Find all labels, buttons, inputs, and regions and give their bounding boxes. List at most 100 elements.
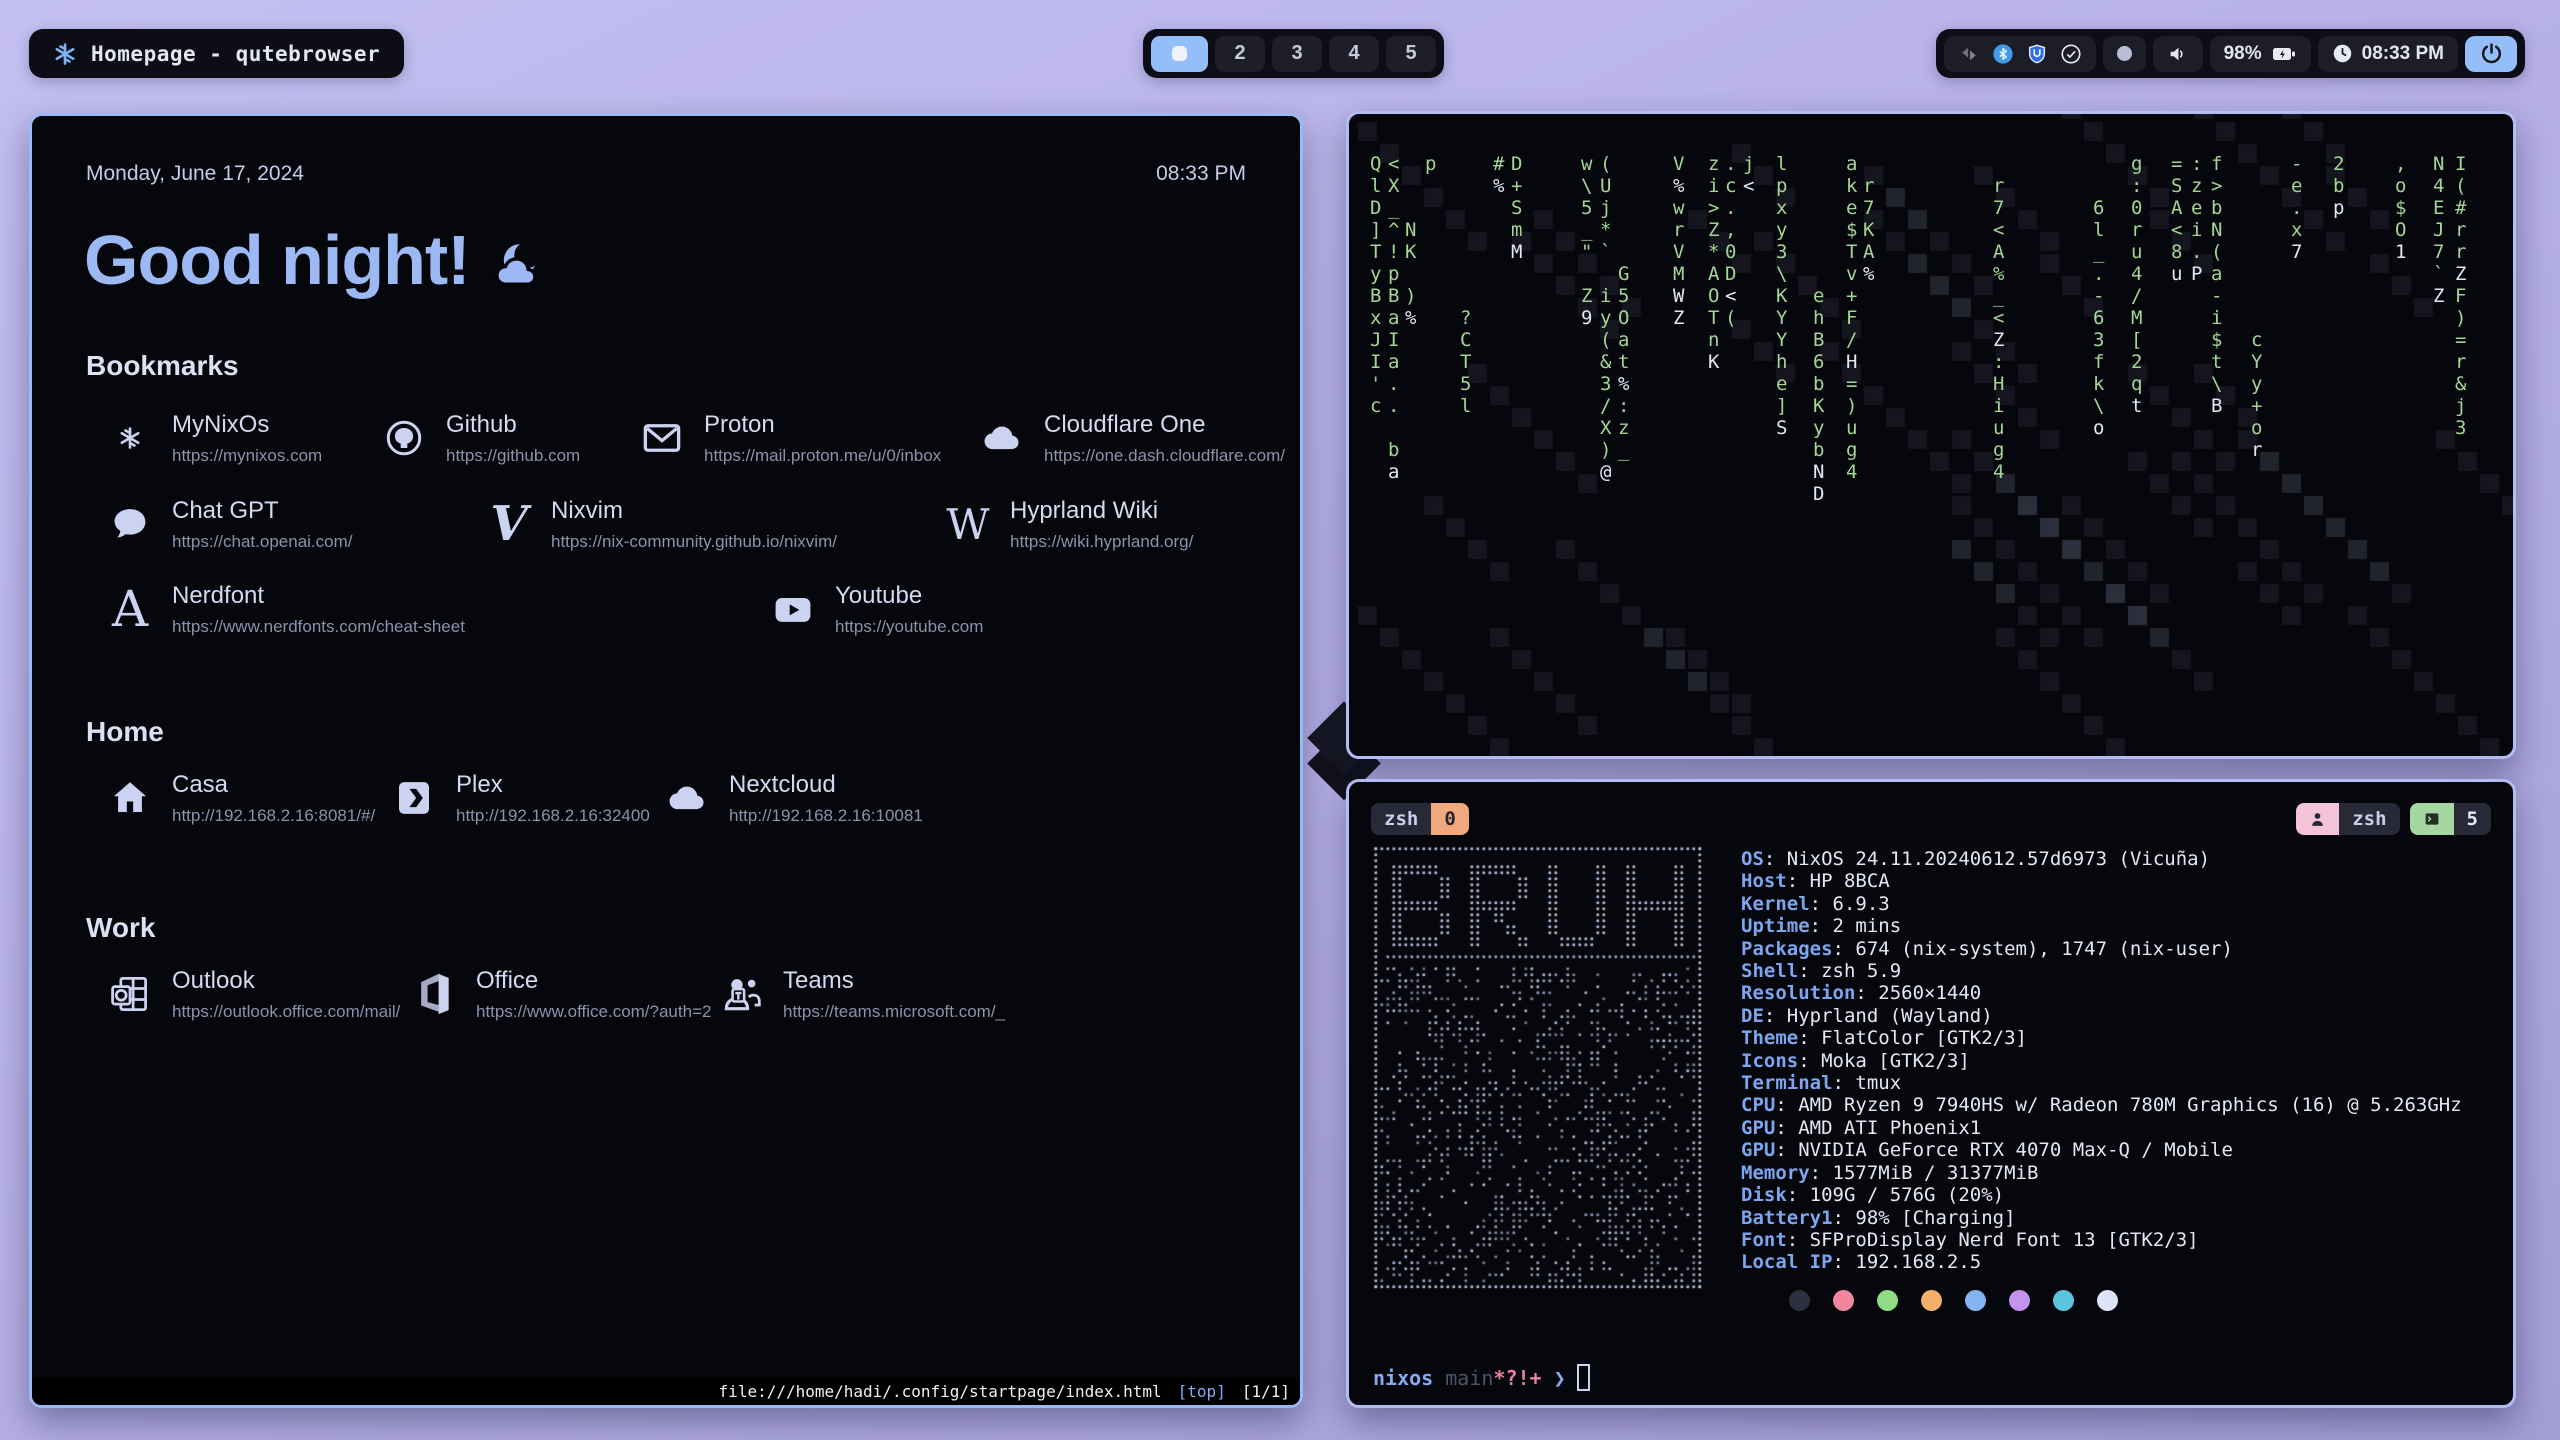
bookmark-url: https://www.nerdfonts.com/cheat-sheet bbox=[172, 617, 465, 637]
bookmark-item-nextcloud[interactable]: Nextcloudhttp://192.168.2.16:10081 bbox=[663, 768, 923, 828]
tmux-session-badge: 5 bbox=[2410, 803, 2491, 835]
matrix-column: cYy+or bbox=[2251, 329, 2262, 461]
fastfetch-key: CPU bbox=[1741, 1094, 1775, 1116]
youtube-icon bbox=[769, 587, 817, 631]
shell-prompt[interactable]: nixos main *?!+ ❯ bbox=[1373, 1364, 1590, 1391]
fastfetch-key: GPU bbox=[1741, 1139, 1775, 1161]
fastfetch-key: Kernel bbox=[1741, 893, 1810, 915]
speaker-icon bbox=[2167, 43, 2189, 65]
office-icon bbox=[410, 972, 458, 1016]
bookmark-item-mynixos[interactable]: MyNixOshttps://mynixos.com bbox=[106, 408, 322, 468]
fastfetch-value: : 109G / 576G (20%) bbox=[1787, 1184, 2004, 1206]
bookmark-item-nixvim[interactable]: VNixvimhttps://nix-community.github.io/n… bbox=[485, 494, 837, 554]
fastfetch-line: GPU: NVIDIA GeForce RTX 4070 Max-Q / Mob… bbox=[1741, 1139, 2462, 1161]
bookmark-url: https://nix-community.github.io/nixvim/ bbox=[551, 532, 837, 552]
fastfetch-line: Font: SFProDisplay Nerd Font 13 [GTK2/3] bbox=[1741, 1229, 2462, 1251]
workspace-2-button[interactable]: 2 bbox=[1215, 36, 1265, 72]
matrix-column: g:0ru4/M[2qt bbox=[2131, 153, 2142, 417]
fastfetch-value: : NixOS 24.11.20240612.57d6973 (Vicuña) bbox=[1764, 848, 2210, 870]
bookmark-url: https://www.office.com/?auth=2 bbox=[476, 1002, 711, 1022]
bookmark-item-github[interactable]: Githubhttps://github.com bbox=[380, 408, 580, 468]
prompt-git-branch bbox=[1433, 1366, 1445, 1390]
statusbar-tab-counter: [1/1] bbox=[1242, 1382, 1290, 1401]
bookmark-item-proton[interactable]: Protonhttps://mail.proton.me/u/0/inbox bbox=[638, 408, 941, 468]
fastfetch-line: Kernel: 6.9.3 bbox=[1741, 893, 2462, 915]
shield-icon[interactable] bbox=[2026, 42, 2048, 66]
matrix-column: r7KA% bbox=[1863, 175, 1874, 285]
fastfetch-key: GPU bbox=[1741, 1117, 1775, 1139]
bookmark-title: Hyprland Wiki bbox=[1010, 497, 1193, 525]
fastfetch-value: : 98% [Charging] bbox=[1833, 1207, 2016, 1229]
matrix-column: lpxy3\KYYhe]S bbox=[1776, 153, 1787, 439]
teams-icon bbox=[717, 972, 765, 1016]
workspace-5-button[interactable]: 5 bbox=[1386, 36, 1436, 72]
greeting: Good night! bbox=[84, 220, 550, 300]
matrix-column: V%wrVMWZ bbox=[1673, 153, 1684, 329]
battery-charging-icon bbox=[2271, 43, 2297, 65]
palette-color-dot bbox=[1921, 1290, 1942, 1311]
bookmark-title: Plex bbox=[456, 771, 650, 799]
palette-color-dot bbox=[1877, 1290, 1898, 1311]
matrix-column: G5Oat%:z_ bbox=[1618, 263, 1629, 461]
bookmark-item-youtube[interactable]: Youtubehttps://youtube.com bbox=[769, 579, 983, 639]
bookmark-item-outlook[interactable]: Outlookhttps://outlook.office.com/mail/ bbox=[106, 964, 400, 1024]
fastfetch-key: Font bbox=[1741, 1229, 1787, 1251]
palette-color-dot bbox=[2097, 1290, 2118, 1311]
power-button[interactable] bbox=[2465, 36, 2517, 72]
bookmark-url: https://mail.proton.me/u/0/inbox bbox=[704, 446, 941, 466]
fastfetch-key: DE bbox=[1741, 1005, 1764, 1027]
window-title: Homepage - qutebrowser bbox=[91, 42, 380, 66]
kdeconnect-icon[interactable] bbox=[1958, 43, 1980, 65]
volume-control[interactable] bbox=[2153, 36, 2203, 72]
clock-indicator[interactable]: 08:33 PM bbox=[2318, 36, 2458, 72]
fastfetch-value: : SFProDisplay Nerd Font 13 [GTK2/3] bbox=[1787, 1229, 2199, 1251]
workspace-4-button[interactable]: 4 bbox=[1329, 36, 1379, 72]
bookmark-url: https://github.com bbox=[446, 446, 580, 466]
battery-indicator[interactable]: 98% bbox=[2210, 36, 2311, 72]
bluetooth-icon[interactable] bbox=[1992, 43, 2014, 65]
bookmark-item-plex[interactable]: Plex http://192.168.2.16:32400 bbox=[390, 768, 650, 828]
tmux-window-tab: zsh 0 bbox=[1371, 803, 1469, 835]
fastfetch-value: : tmux bbox=[1833, 1072, 1902, 1094]
vim-icon: V bbox=[485, 496, 533, 552]
bookmark-item-cloudflare-one[interactable]: Cloudflare Onehttps://one.dash.cloudflar… bbox=[978, 408, 1285, 468]
workspace-3-button[interactable]: 3 bbox=[1272, 36, 1322, 72]
matrix-column: 6l_.-63fk\o bbox=[2093, 197, 2104, 439]
fastfetch-value: : FlatColor [GTK2/3] bbox=[1798, 1027, 2027, 1049]
fastfetch-key: Battery1 bbox=[1741, 1207, 1833, 1229]
matrix-column: w\5_" Z9 bbox=[1581, 153, 1592, 329]
fastfetch-key: Disk bbox=[1741, 1184, 1787, 1206]
bookmark-item-casa[interactable]: Casahttp://192.168.2.16:8081/#/ bbox=[106, 768, 375, 828]
matrix-column: .c.,0D<( bbox=[1725, 153, 1736, 329]
bookmark-title: Nextcloud bbox=[729, 771, 923, 799]
fastfetch-line: Icons: Moka [GTK2/3] bbox=[1741, 1050, 2462, 1072]
moon-cloud-icon bbox=[486, 229, 550, 291]
fastfetch-value: : AMD ATI Phoenix1 bbox=[1775, 1117, 1981, 1139]
matrix-column: r7<A%_<Z:Hiug4 bbox=[1993, 175, 2004, 483]
record-dot-icon bbox=[2117, 46, 2132, 61]
matrix-column: I(#rrZF)=r&j3 bbox=[2455, 153, 2466, 439]
system-tray[interactable] bbox=[1944, 36, 2096, 72]
bookmark-item-hyprland-wiki[interactable]: WHyprland Wikihttps://wiki.hyprland.org/ bbox=[944, 494, 1193, 554]
palette-color-dot bbox=[1833, 1290, 1854, 1311]
idle-indicator[interactable] bbox=[2103, 36, 2146, 72]
bookmark-title: Cloudflare One bbox=[1044, 411, 1285, 439]
matrix-column: ,o$O1 bbox=[2395, 153, 2406, 263]
bookmark-item-office[interactable]: Officehttps://www.office.com/?auth=2 bbox=[410, 964, 711, 1024]
fetch-terminal-window: zsh 0 zsh 5 OS: NixOS 24.11.20240612.57d… bbox=[1346, 779, 2516, 1408]
cloud-icon bbox=[663, 775, 711, 821]
fastfetch-key: Theme bbox=[1741, 1027, 1798, 1049]
bookmark-url: http://192.168.2.16:32400 bbox=[456, 806, 650, 826]
bookmark-item-teams[interactable]: Teamshttps://teams.microsoft.com/_ bbox=[717, 964, 1005, 1024]
fastfetch-key: Terminal bbox=[1741, 1072, 1833, 1094]
bookmark-item-nerdfont[interactable]: ANerdfonthttps://www.nerdfonts.com/cheat… bbox=[106, 579, 465, 639]
fastfetch-key: OS bbox=[1741, 848, 1764, 870]
bookmark-item-chat-gpt[interactable]: Chat GPThttps://chat.openai.com/ bbox=[106, 494, 353, 554]
fastfetch-key: Packages bbox=[1741, 938, 1833, 960]
active-window-title-pill[interactable]: Homepage - qutebrowser bbox=[29, 29, 404, 78]
workspace-1-button[interactable] bbox=[1151, 36, 1208, 72]
matrix-column: ?CT5l bbox=[1460, 307, 1471, 417]
tmux-user-badge: zsh bbox=[2296, 803, 2399, 835]
check-circle-icon[interactable] bbox=[2060, 43, 2082, 65]
house-icon bbox=[106, 777, 154, 819]
